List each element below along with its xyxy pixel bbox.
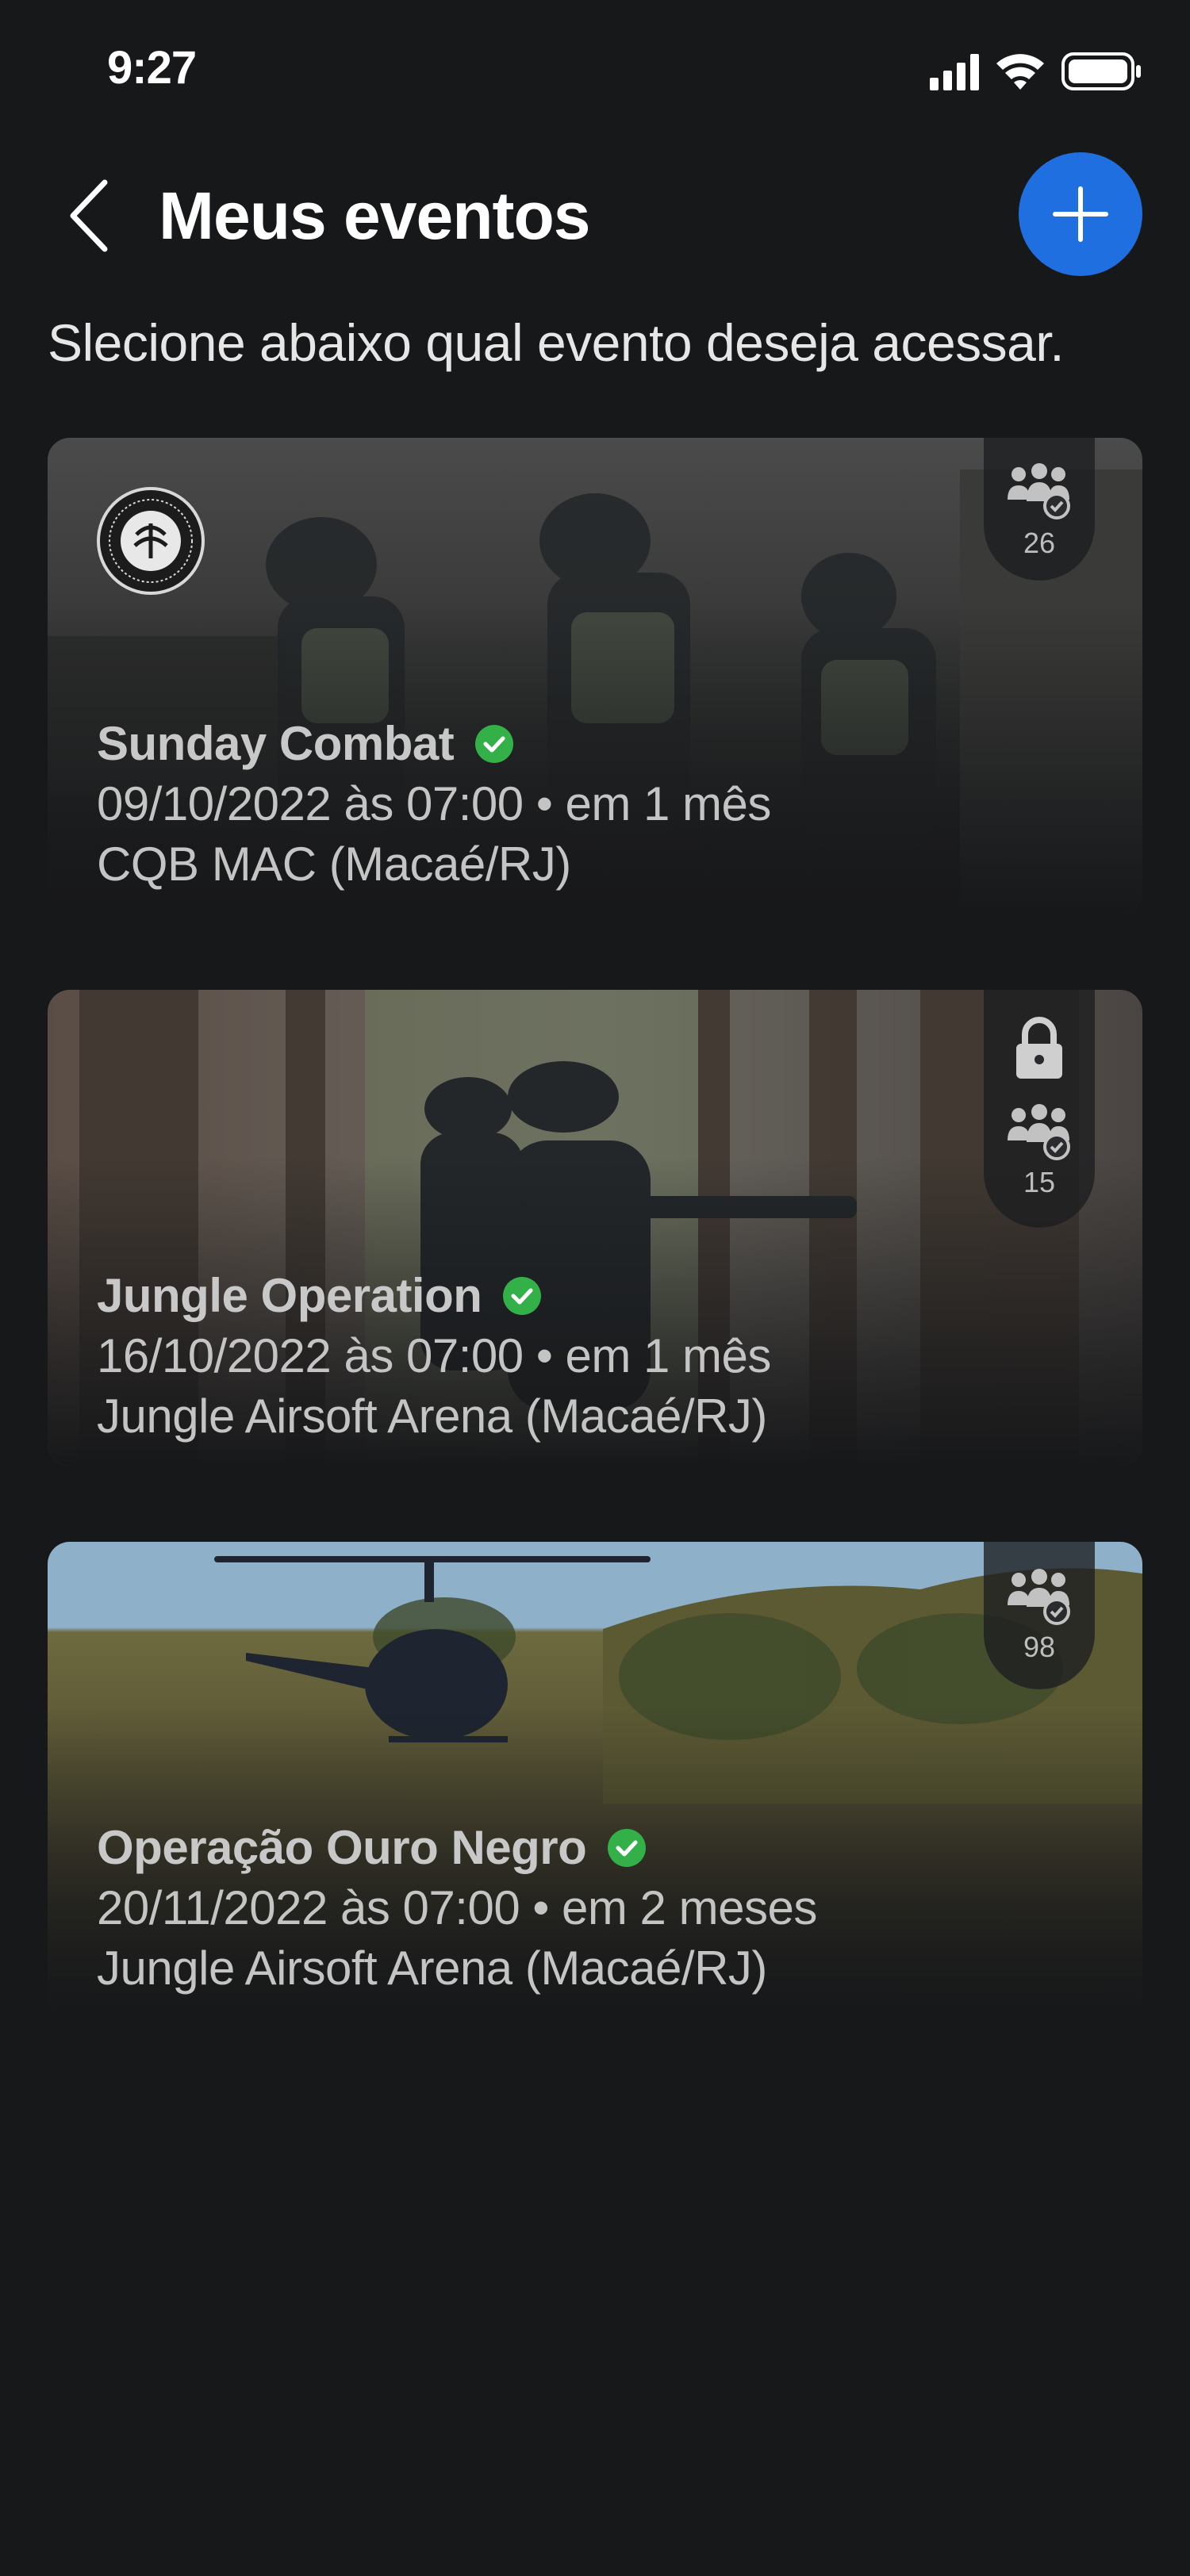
event-title: Sunday Combat [97, 715, 514, 772]
event-date: 20/11/2022 às 07:00 • em 2 meses [97, 1881, 817, 1934]
event-location: Jungle Airsoft Arena (Macaé/RJ) [97, 1390, 767, 1443]
event-date: 16/10/2022 às 07:00 • em 1 mês [97, 1329, 771, 1382]
page-title: Meus eventos [159, 178, 591, 253]
chevron-left-icon [70, 179, 108, 252]
group-check-icon [1008, 1569, 1070, 1625]
participants-badge: 26 [984, 438, 1095, 581]
plus-icon [1053, 186, 1108, 242]
group-check-icon [1008, 463, 1070, 519]
event-title-text: Operação Ouro Negro [97, 1821, 587, 1874]
event-location: Jungle Airsoft Arena (Macaé/RJ) [97, 1942, 767, 1995]
event-date: 09/10/2022 às 07:00 • em 1 mês [97, 777, 771, 830]
wifi-icon [996, 54, 1044, 90]
cellular-signal-icon [930, 54, 979, 90]
battery-icon [1061, 52, 1141, 90]
participants-count: 26 [1023, 527, 1056, 559]
group-check-icon [1008, 1104, 1070, 1160]
event-title: Jungle Operation [97, 1267, 542, 1324]
event-status-badge: 15 [984, 990, 1095, 1228]
participants-count: 15 [1023, 1166, 1056, 1198]
check-circle-icon [475, 725, 514, 764]
status-time: 9:27 [107, 42, 197, 94]
event-title-text: Sunday Combat [97, 717, 455, 770]
event-card-operacao-ouro-negro[interactable]: 98 Operação Ouro Negro 20/11/2022 às 07:… [48, 1542, 1142, 2018]
event-location: CQB MAC (Macaé/RJ) [97, 838, 571, 891]
status-bar: 9:27 [0, 0, 1190, 143]
check-circle-icon [608, 1829, 647, 1868]
status-icons [930, 52, 1141, 90]
event-card-jungle-operation[interactable]: 15 Jungle Operation 16/10/2022 às 07:00 … [48, 990, 1142, 1466]
event-card-sunday-combat[interactable]: 26 Sunday Combat 09/10/2022 às 07:00 • e… [48, 438, 1142, 914]
page-subtitle: Slecione abaixo qual evento deseja acess… [48, 313, 1065, 372]
participants-count: 98 [1023, 1631, 1056, 1663]
add-event-button[interactable] [1019, 152, 1142, 276]
back-button[interactable] [56, 168, 127, 263]
lock-icon [1016, 1017, 1062, 1079]
participants-badge: 98 [984, 1542, 1095, 1689]
check-circle-icon [503, 1277, 542, 1316]
event-title-text: Jungle Operation [97, 1269, 482, 1322]
event-title: Operação Ouro Negro [97, 1819, 647, 1876]
